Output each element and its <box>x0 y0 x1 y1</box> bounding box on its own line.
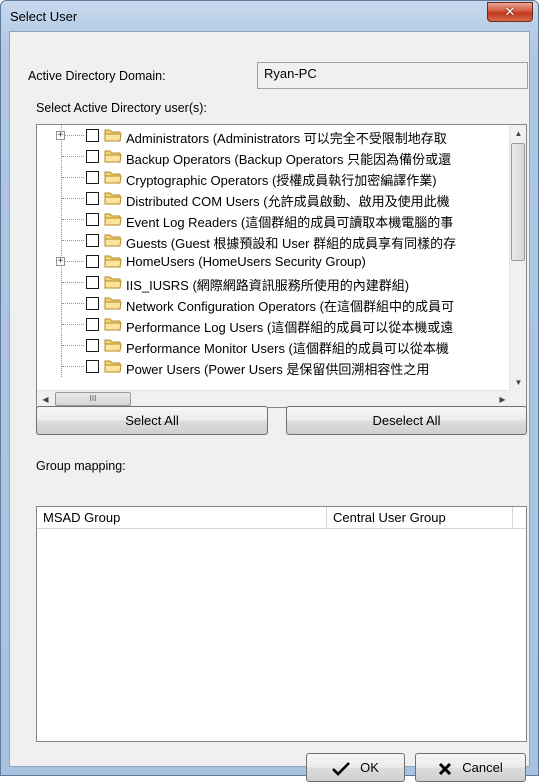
scroll-down-arrow-icon[interactable]: ▼ <box>510 374 526 391</box>
tree-item[interactable]: Network Configuration Operators (在這個群組中的… <box>37 293 511 314</box>
tree-item-label: Event Log Readers (這個群組的成員可讀取本機電腦的事 <box>126 215 454 230</box>
horizontal-scroll-thumb[interactable]: III <box>55 392 131 406</box>
tree-item-checkbox[interactable] <box>86 276 99 289</box>
tree-item[interactable]: Event Log Readers (這個群組的成員可讀取本機電腦的事 <box>37 209 511 230</box>
checkmark-icon <box>332 761 351 776</box>
folder-icon <box>104 213 122 226</box>
select-user-window: Select User ✕ Active Directory Domain: R… <box>0 0 539 782</box>
folder-icon <box>104 192 122 205</box>
folder-icon <box>104 339 122 352</box>
tree-item[interactable]: + HomeUsers (HomeUsers Security Group) <box>37 251 511 272</box>
domain-label: Active Directory Domain: <box>28 69 166 83</box>
scrollbar-corner <box>509 390 526 407</box>
tree-item-label: Distributed COM Users (允許成員啟動、啟用及使用此機 <box>126 194 450 209</box>
tree-item-label: Network Configuration Operators (在這個群組中的… <box>126 299 454 314</box>
folder-icon <box>104 318 122 331</box>
tree-item[interactable]: Distributed COM Users (允許成員啟動、啟用及使用此機 <box>37 188 511 209</box>
tree-item-label: Performance Monitor Users (這個群組的成員可以從本機 <box>126 341 449 356</box>
tree-item-label: Administrators (Administrators 可以完全不受限制地… <box>126 131 447 146</box>
tree-connector-line <box>62 345 84 346</box>
expand-plus-icon[interactable]: + <box>56 131 65 140</box>
folder-icon <box>104 129 122 142</box>
tree-item[interactable]: IIS_IUSRS (網際網路資訊服務所使用的內建群組) <box>37 272 511 293</box>
tree-item[interactable]: Cryptographic Operators (授權成員執行加密編譯作業) <box>37 167 511 188</box>
scroll-up-arrow-icon[interactable]: ▲ <box>510 125 526 142</box>
folder-icon <box>104 171 122 184</box>
tree-item-label: Backup Operators (Backup Operators 只能因為備… <box>126 152 452 167</box>
tree-connector-line <box>62 135 84 136</box>
column-header-msad-group[interactable]: MSAD Group <box>37 507 327 529</box>
folder-icon <box>104 297 122 310</box>
tree-item-label: HomeUsers (HomeUsers Security Group) <box>126 254 366 269</box>
close-button[interactable]: ✕ <box>487 2 533 22</box>
tree-item-label: Guests (Guest 根據預設和 User 群組的成員享有同樣的存 <box>126 236 457 251</box>
tree-item-checkbox[interactable] <box>86 297 99 310</box>
tree-item[interactable]: Performance Log Users (這個群組的成員可以從本機或遠 <box>37 314 511 335</box>
tree-connector-line <box>62 303 84 304</box>
tree-item[interactable]: + Administrators (Administrators 可以完全不受限制… <box>37 125 511 146</box>
dialog-client-area: Active Directory Domain: Ryan-PC Select … <box>9 31 530 782</box>
vertical-scrollbar[interactable]: ▲ ▼ <box>509 125 526 391</box>
tree-connector-line <box>62 219 84 220</box>
tree-item[interactable]: Performance Monitor Users (這個群組的成員可以從本機 <box>37 335 511 356</box>
tree-connector-line <box>62 156 84 157</box>
user-tree[interactable]: + Administrators (Administrators 可以完全不受限制… <box>36 124 527 408</box>
cancel-button[interactable]: Cancel <box>415 753 526 782</box>
select-all-button[interactable]: Select All <box>36 406 268 435</box>
tree-item[interactable]: Backup Operators (Backup Operators 只能因為備… <box>37 146 511 167</box>
vertical-scroll-thumb[interactable] <box>511 143 525 261</box>
tree-connector-line <box>62 198 84 199</box>
users-section-label: Select Active Directory user(s): <box>36 101 207 115</box>
folder-icon <box>104 234 122 247</box>
folder-icon <box>104 276 122 289</box>
ok-button[interactable]: OK <box>306 753 405 782</box>
tree-item-checkbox[interactable] <box>86 339 99 352</box>
tree-item[interactable]: Power Users (Power Users 是保留供回溯相容性之用 <box>37 356 511 377</box>
tree-item-checkbox[interactable] <box>86 192 99 205</box>
tree-item-label: Cryptographic Operators (授權成員執行加密編譯作業) <box>126 173 437 188</box>
group-mapping-label: Group mapping: <box>36 459 126 473</box>
ok-label: OK <box>360 760 379 775</box>
table-header: MSAD Group Central User Group <box>37 507 526 529</box>
tree-connector-line <box>62 366 84 367</box>
tree-connector-line <box>62 240 84 241</box>
tree-item-checkbox[interactable] <box>86 360 99 373</box>
tree-item-checkbox[interactable] <box>86 129 99 142</box>
tree-rows: + Administrators (Administrators 可以完全不受限制… <box>37 125 511 391</box>
tree-item-checkbox[interactable] <box>86 150 99 163</box>
horizontal-scrollbar[interactable]: ◀ III ▶ <box>37 390 511 407</box>
tree-connector-line <box>62 282 84 283</box>
tree-item-checkbox[interactable] <box>86 318 99 331</box>
tree-item[interactable]: Guests (Guest 根據預設和 User 群組的成員享有同樣的存 <box>37 230 511 251</box>
deselect-all-button[interactable]: Deselect All <box>286 406 527 435</box>
tree-connector-line <box>62 324 84 325</box>
group-mapping-table[interactable]: MSAD Group Central User Group <box>36 506 527 742</box>
tree-item-checkbox[interactable] <box>86 213 99 226</box>
tree-item-checkbox[interactable] <box>86 171 99 184</box>
tree-item-label: Power Users (Power Users 是保留供回溯相容性之用 <box>126 362 430 377</box>
folder-icon <box>104 360 122 373</box>
close-icon: ✕ <box>504 4 516 20</box>
expand-plus-icon[interactable]: + <box>56 257 65 266</box>
folder-icon <box>104 150 122 163</box>
tree-item-checkbox[interactable] <box>86 234 99 247</box>
title-bar[interactable]: Select User ✕ <box>1 1 538 31</box>
column-header-central-user-group[interactable]: Central User Group <box>327 507 513 529</box>
folder-icon <box>104 255 122 268</box>
tree-connector-line <box>62 261 84 262</box>
tree-connector-line <box>62 177 84 178</box>
cancel-label: Cancel <box>462 760 503 775</box>
window-title: Select User <box>10 9 78 24</box>
domain-field[interactable]: Ryan-PC <box>257 62 528 89</box>
tree-item-label: Performance Log Users (這個群組的成員可以從本機或遠 <box>126 320 454 335</box>
tree-item-label: IIS_IUSRS (網際網路資訊服務所使用的內建群組) <box>126 278 410 293</box>
tree-item-checkbox[interactable] <box>86 255 99 268</box>
x-icon <box>439 762 452 775</box>
